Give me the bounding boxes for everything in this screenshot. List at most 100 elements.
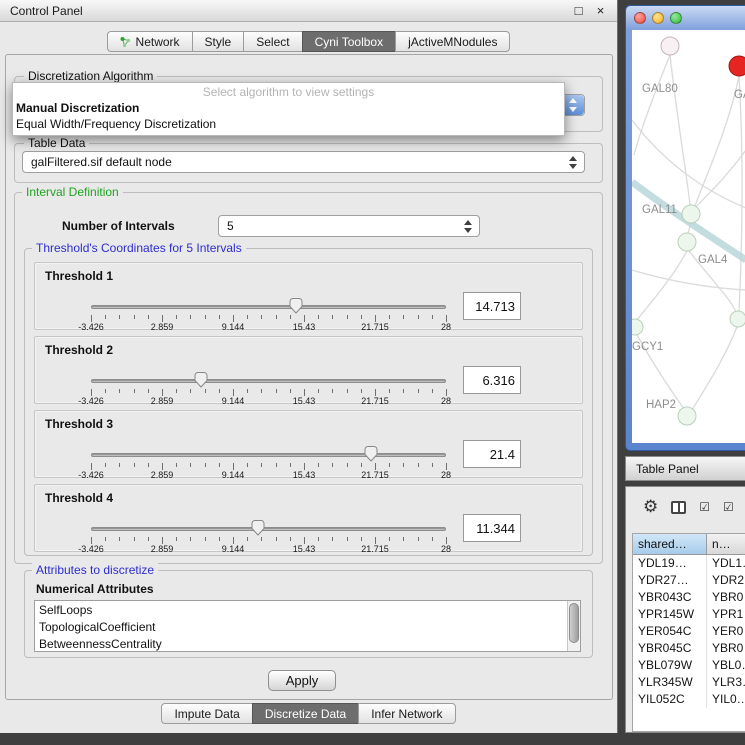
tab-label: jActiveMNodules [408, 35, 497, 49]
numerical-attributes-label: Numerical Attributes [36, 582, 154, 596]
slider-track[interactable] [91, 453, 446, 457]
tab-label: Infer Network [371, 707, 442, 721]
float-panel-icon[interactable]: □ [572, 4, 585, 17]
tick-label: -3.426 [78, 470, 104, 480]
threshold-value-field[interactable] [463, 514, 521, 542]
threshold-slider[interactable]: -3.4262.8599.14415.4321.71528 [91, 451, 446, 479]
slider-track[interactable] [91, 527, 446, 531]
close-panel-icon[interactable]: × [594, 4, 607, 17]
hide-columns-icon[interactable]: ☑ [723, 500, 734, 514]
table-row[interactable]: YLR345WYLR3… [633, 674, 745, 691]
algorithm-option-manual[interactable]: Manual Discretization [13, 100, 564, 116]
combo-stepper-icon[interactable] [562, 95, 584, 115]
table-row[interactable]: YER054CYER0… [633, 623, 745, 640]
slider-track[interactable] [91, 305, 446, 309]
network-node[interactable] [729, 56, 745, 76]
network-node[interactable] [682, 205, 700, 223]
threshold-panel: Threshold 3 -3.4262.8599.14415.4321.7152… [34, 410, 583, 478]
table-row[interactable]: YBR045CYBR0… [633, 640, 745, 657]
table-row[interactable]: YDR27…YDR2… [633, 572, 745, 589]
table-panel-titlebar: Table Panel [625, 456, 745, 481]
number-of-intervals-value: 5 [227, 219, 234, 233]
network-node[interactable] [632, 319, 643, 335]
threshold-label: Threshold 3 [45, 417, 113, 431]
tab-impute-data[interactable]: Impute Data [161, 703, 251, 724]
tick-label: 2.859 [151, 322, 174, 332]
tick-label: 2.859 [151, 396, 174, 406]
tick-label: 21.715 [361, 322, 389, 332]
slider-track[interactable] [91, 379, 446, 383]
slider-thumb[interactable] [251, 520, 265, 536]
tab-network[interactable]: Network [107, 31, 192, 52]
algorithm-dropdown-popup: Select algorithm to view settings Manual… [12, 82, 565, 136]
network-canvas-svg: GAL80GAGAL11GAL4GCY1HAP2 [632, 30, 745, 443]
slider-thumb[interactable] [364, 446, 378, 462]
network-node[interactable] [678, 407, 696, 425]
network-node[interactable] [661, 37, 679, 55]
tick-label: 9.144 [222, 470, 245, 480]
slider-ticks [91, 389, 446, 396]
network-view-window: GAL80GAGAL11GAL4GCY1HAP2 [625, 5, 745, 451]
network-node-label: GAL80 [642, 83, 678, 95]
minimize-window-icon[interactable] [652, 12, 664, 24]
attributes-group-title: Attributes to discretize [32, 563, 158, 577]
slider-thumb[interactable] [289, 298, 303, 314]
panel-title: Control Panel [10, 4, 83, 18]
tab-style[interactable]: Style [192, 31, 244, 52]
tick-label: -3.426 [78, 544, 104, 554]
table-row[interactable]: YBR043CYBR0… [633, 589, 745, 606]
attribute-item[interactable]: TopologicalCoefficient [39, 619, 566, 636]
slider-thumb[interactable] [194, 372, 208, 388]
number-of-intervals-combo[interactable]: 5 [218, 215, 480, 237]
tab-label: Select [256, 35, 289, 49]
table-row[interactable]: YBL079WYBL0… [633, 657, 745, 674]
show-all-columns-icon[interactable]: ☑ [699, 500, 710, 514]
threshold-label: Threshold 4 [45, 491, 113, 505]
network-edge [632, 270, 745, 290]
tick-label: 15.43 [293, 396, 316, 406]
threshold-panel: Threshold 2 -3.4262.8599.14415.4321.7152… [34, 336, 583, 404]
threshold-value-field[interactable] [463, 440, 521, 468]
tick-label: 9.144 [222, 544, 245, 554]
threshold-slider[interactable]: -3.4262.8599.14415.4321.71528 [91, 303, 446, 331]
tick-label: 28 [441, 396, 451, 406]
list-scrollbar[interactable] [567, 601, 580, 651]
table-data-combo-value: galFiltered.sif default node [31, 155, 172, 169]
network-canvas[interactable]: GAL80GAGAL11GAL4GCY1HAP2 [632, 30, 745, 443]
table-row[interactable]: YPR145WYPR1… [633, 606, 745, 623]
column-header-name[interactable]: n… [707, 534, 745, 554]
number-of-intervals-label: Number of Intervals [62, 219, 175, 233]
network-edge [634, 55, 670, 155]
table-data-combo[interactable]: galFiltered.sif default node [22, 151, 585, 173]
network-node[interactable] [730, 311, 745, 327]
attribute-item[interactable]: SelfLoops [39, 602, 566, 619]
discretization-algorithm-group-title: Discretization Algorithm [24, 69, 157, 83]
threshold-slider[interactable]: -3.4262.8599.14415.4321.71528 [91, 525, 446, 553]
network-node[interactable] [678, 233, 696, 251]
tab-select[interactable]: Select [243, 31, 301, 52]
table-cell: YPR145W [633, 606, 707, 623]
table-row[interactable]: YDL19…YDL1… [633, 555, 745, 572]
tab-infer-network[interactable]: Infer Network [358, 703, 455, 724]
close-window-icon[interactable] [634, 12, 646, 24]
scrollbar-thumb[interactable] [569, 603, 579, 643]
table-cell: YDR2… [707, 572, 745, 589]
tab-cyni-toolbox[interactable]: Cyni Toolbox [302, 31, 395, 52]
zoom-window-icon[interactable] [670, 12, 682, 24]
threshold-value-field[interactable] [463, 366, 521, 394]
threshold-slider[interactable]: -3.4262.8599.14415.4321.71528 [91, 377, 446, 405]
network-node-label: GAL4 [698, 254, 728, 266]
apply-button[interactable]: Apply [268, 670, 336, 691]
tick-label: 21.715 [361, 544, 389, 554]
table-toolbar: ⚙ ☑ ☑ [626, 487, 745, 527]
algorithm-option-equal-width[interactable]: Equal Width/Frequency Discretization [13, 116, 564, 132]
table-row[interactable]: YIL052CYIL0… [633, 691, 745, 708]
tab-discretize-data[interactable]: Discretize Data [252, 703, 358, 724]
tab-jactivemnodules[interactable]: jActiveMNodules [395, 31, 510, 52]
network-edge [695, 76, 739, 206]
column-header-shared-name[interactable]: shared… [633, 534, 707, 554]
threshold-value-field[interactable] [463, 292, 521, 320]
gear-icon[interactable]: ⚙ [643, 497, 658, 517]
attribute-item[interactable]: BetweennessCentrality [39, 636, 566, 652]
columns-icon[interactable] [671, 501, 686, 514]
